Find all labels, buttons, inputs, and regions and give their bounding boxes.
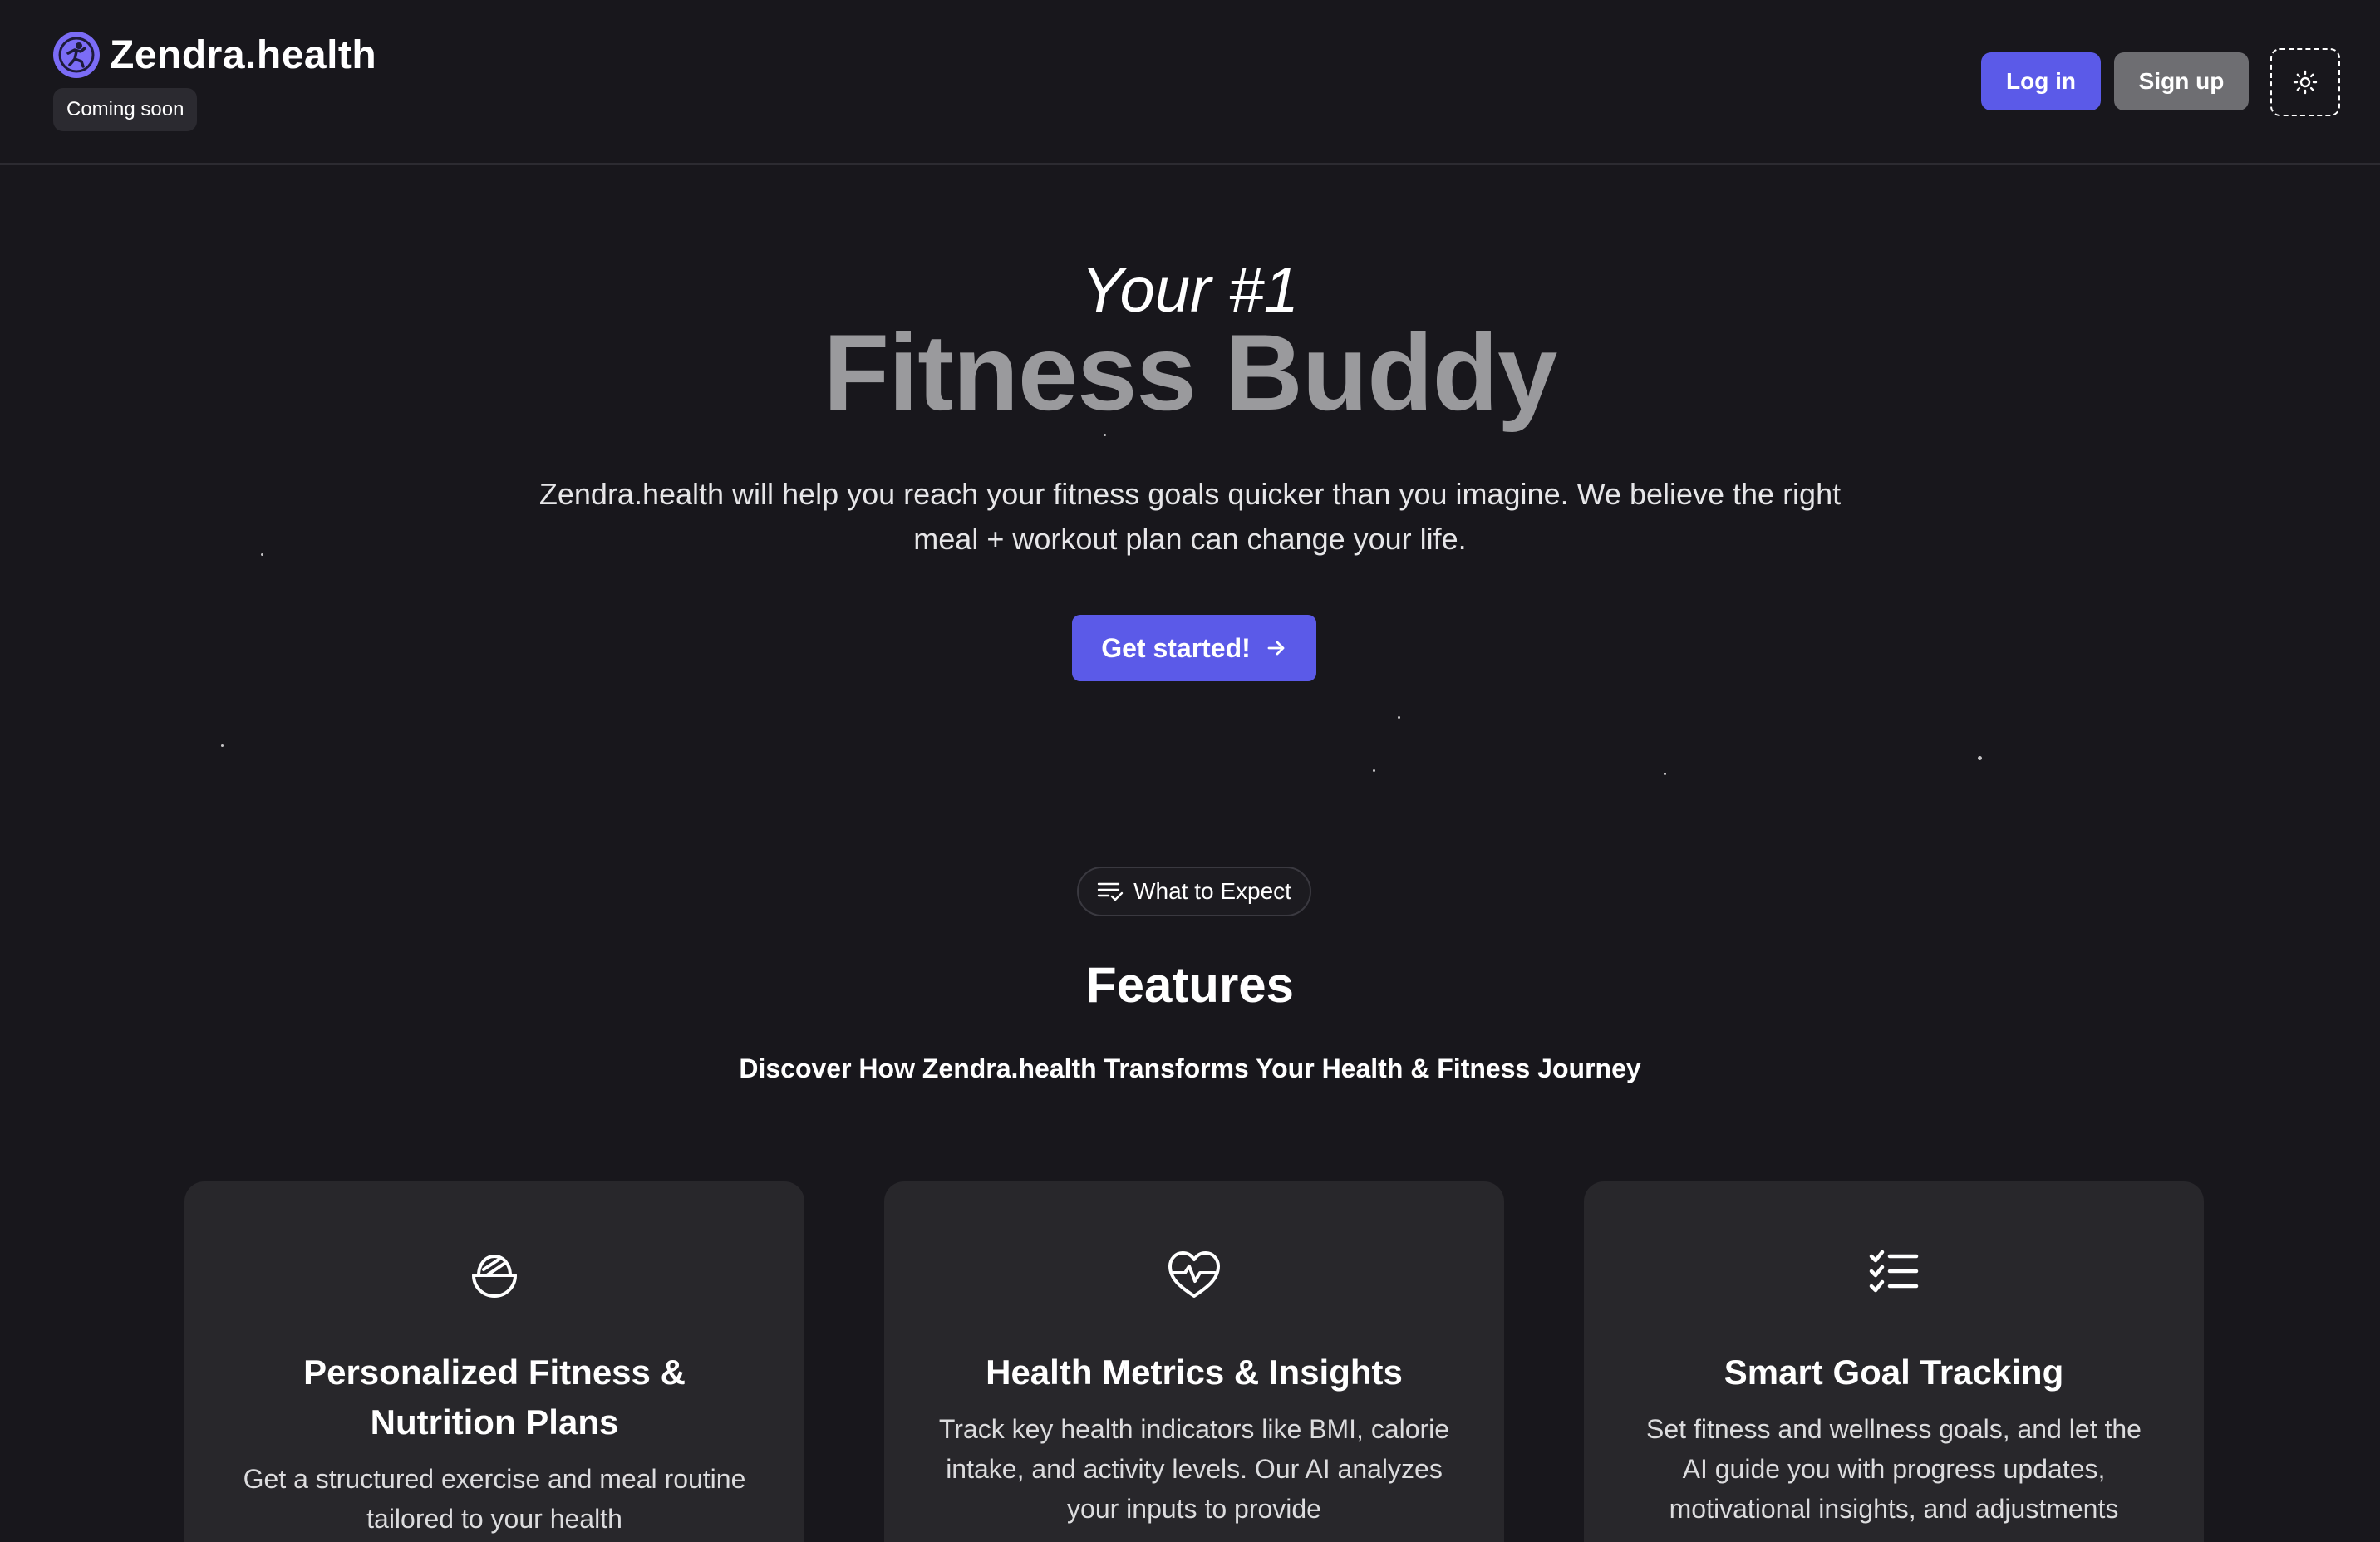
star-decoration [261,553,263,556]
bowl-icon [184,1248,804,1303]
pill-label: What to Expect [1133,878,1291,904]
features-title: Features [1085,957,1295,1013]
arrow-right-icon [1266,637,1287,659]
top-navbar: Zendra.health Coming soon Log in Sign up [0,0,2380,165]
signup-button[interactable]: Sign up [2114,52,2249,110]
heart-pulse-icon [884,1248,1504,1303]
star-decoration [221,744,224,747]
features-subtitle: Discover How Zendra.health Transforms Yo… [739,1053,1641,1083]
star-decoration [1398,716,1400,719]
card-title: Health Metrics & Insights [986,1353,1403,1392]
sun-icon [2293,70,2318,95]
feature-card: Smart Goal Tracking Set fitness and well… [1584,1181,2204,1542]
star-decoration [1104,434,1106,436]
page: Zendra.health Coming soon Log in Sign up [0,0,2380,1542]
card-text: Get a structured exercise and meal routi… [243,1464,746,1534]
theme-toggle-button[interactable] [2270,48,2340,116]
checklist-icon [1584,1248,2204,1298]
card-title: Personalized Fitness & Nutrition Plans [303,1353,686,1441]
card-text: Set fitness and wellness goals, and let … [1646,1414,2142,1524]
get-started-label: Get started! [1101,632,1251,663]
feature-card: Health Metrics & Insights Track key heal… [884,1181,1504,1542]
coming-soon-badge: Coming soon [53,88,198,131]
star-decoration [1664,773,1666,775]
hero-description: Zendra.health will help you reach your f… [538,477,1842,556]
star-decoration [1373,769,1375,772]
list-check-icon [1097,880,1124,903]
star-decoration [1978,756,1982,760]
card-title: Smart Goal Tracking [1724,1353,2064,1392]
feature-card: Personalized Fitness & Nutrition Plans G… [184,1181,804,1542]
login-button[interactable]: Log in [1981,52,2101,110]
get-started-button[interactable]: Get started! [1072,615,1316,681]
runner-logo-icon [53,32,100,78]
hero-title: Fitness Buddy [823,312,1558,433]
brand-name: Zendra.health [110,32,377,77]
brand-logo-link[interactable]: Zendra.health [53,32,376,78]
what-to-expect-pill: What to Expect [1077,867,1311,916]
card-text: Track key health indicators like BMI, ca… [938,1414,1450,1524]
